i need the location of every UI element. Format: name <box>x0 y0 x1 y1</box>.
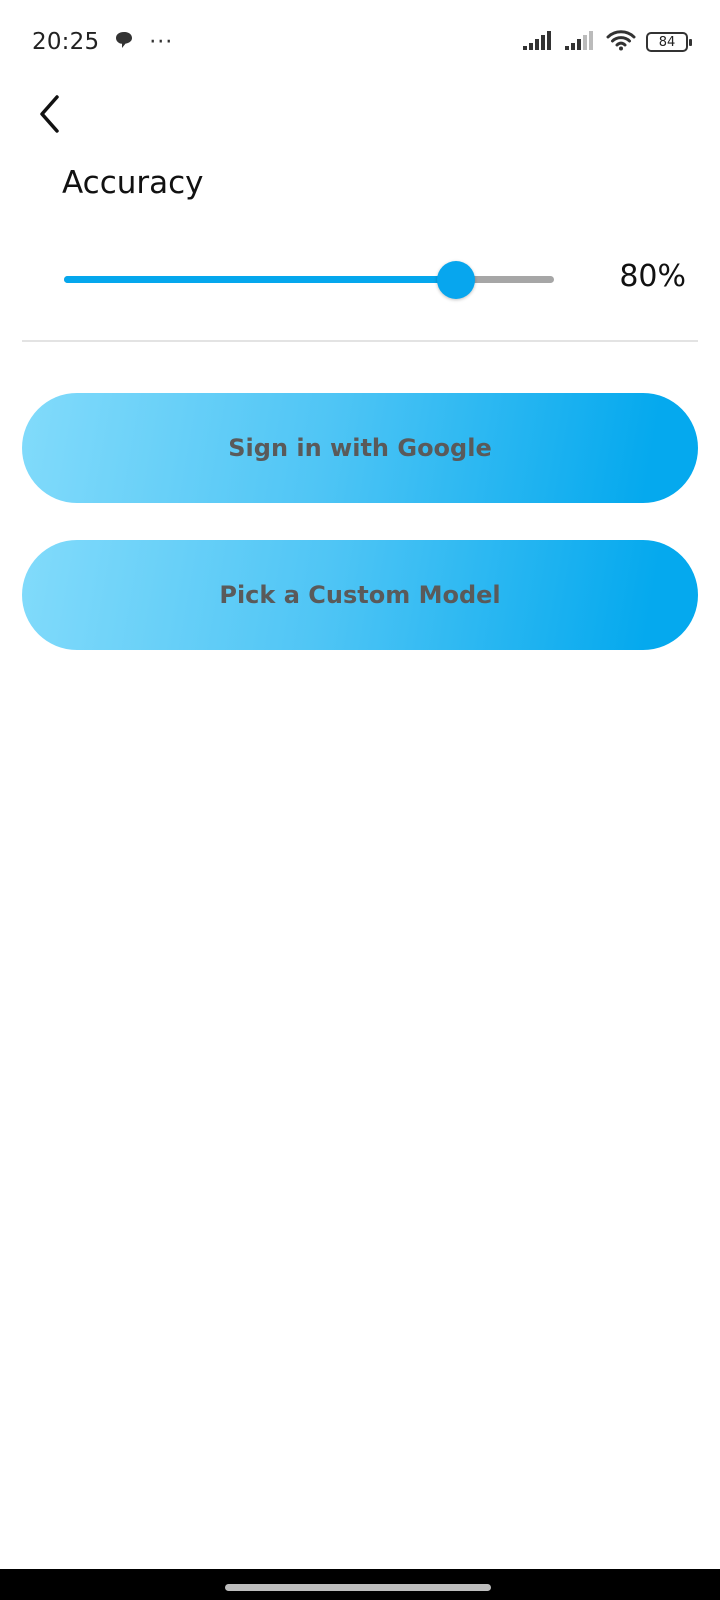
signal-icon <box>564 29 596 55</box>
status-bar: 20:25 ··· 84 <box>0 0 720 84</box>
back-button[interactable] <box>22 88 78 144</box>
chat-bubble-icon <box>113 29 135 55</box>
wifi-icon <box>606 29 636 55</box>
accuracy-slider[interactable] <box>64 258 554 302</box>
battery-level: 84 <box>658 34 676 50</box>
status-time: 20:25 <box>32 29 100 55</box>
status-right: 84 <box>522 29 692 55</box>
status-left: 20:25 ··· <box>32 29 173 55</box>
chevron-left-icon <box>35 94 65 138</box>
sign-in-google-label: Sign in with Google <box>228 434 492 462</box>
pick-custom-model-button[interactable]: Pick a Custom Model <box>22 540 698 650</box>
slider-fill <box>64 276 456 283</box>
accuracy-label: Accuracy <box>62 165 204 201</box>
home-indicator[interactable] <box>225 1584 491 1591</box>
divider <box>22 340 698 342</box>
battery-icon: 84 <box>646 32 692 52</box>
accuracy-value: 80% <box>619 259 686 294</box>
pick-custom-model-label: Pick a Custom Model <box>219 581 501 609</box>
signal-icon <box>522 29 554 55</box>
sign-in-google-button[interactable]: Sign in with Google <box>22 393 698 503</box>
slider-thumb[interactable] <box>437 261 475 299</box>
more-dots-icon: ··· <box>149 29 174 55</box>
